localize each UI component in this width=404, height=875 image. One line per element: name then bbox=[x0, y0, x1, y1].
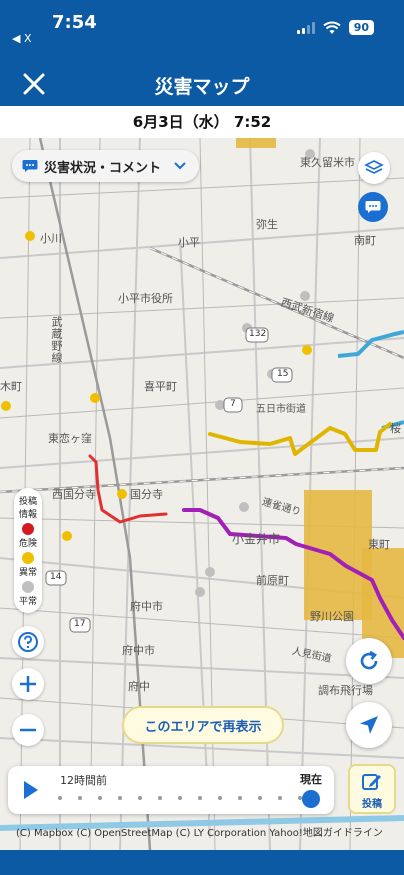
map-label-sakura: 桜 bbox=[390, 422, 401, 435]
route-label-132: 132 bbox=[249, 329, 267, 339]
route-label-7: 7 bbox=[230, 399, 236, 409]
play-icon[interactable] bbox=[22, 780, 40, 800]
map-label-koganei: 小金井市 bbox=[232, 532, 281, 546]
layer-select-label: 災害状況・コメント bbox=[44, 160, 162, 176]
timeline-start-label: 12時間前 bbox=[60, 774, 107, 787]
post-info-legend: 投稿 情報 危険 異常 平常 bbox=[14, 488, 42, 613]
chevron-down-icon bbox=[174, 162, 186, 170]
wifi-icon bbox=[323, 21, 341, 34]
help-button[interactable] bbox=[12, 626, 44, 658]
status-bar: 7:54 ◀ X 90 bbox=[0, 0, 404, 62]
page-title: 災害マップ bbox=[154, 76, 250, 98]
legend-title-line2: 情報 bbox=[18, 510, 37, 520]
help-icon bbox=[18, 632, 38, 652]
comment-button[interactable] bbox=[358, 192, 388, 222]
bottom-bar bbox=[0, 850, 404, 875]
legend-title-line1: 投稿 bbox=[18, 497, 37, 507]
map-label-nogawa-park: 野川公園 bbox=[310, 610, 354, 623]
map-label-kodaira-city-hall: 小平市役所 bbox=[118, 292, 173, 305]
refresh-button[interactable] bbox=[346, 638, 392, 684]
timeline-slider[interactable]: 12時間前 現在 bbox=[8, 766, 334, 814]
map-label-chofu-airport: 調布飛行場 bbox=[318, 684, 373, 697]
zoom-in-button[interactable] bbox=[12, 668, 44, 700]
zoom-out-button[interactable] bbox=[12, 714, 44, 746]
map-label-kodaira: 小平 bbox=[178, 236, 200, 249]
layer-select-dropdown[interactable]: 災害状況・コメント bbox=[12, 150, 200, 182]
map-label-gokamachi-street: 五日市街道 bbox=[256, 404, 306, 415]
map-label-nishi-kokubunji: 西国分寺 bbox=[52, 488, 96, 501]
timeline-end-label: 現在 bbox=[300, 773, 322, 786]
map-label-fuchu-city: 府中市 bbox=[130, 600, 163, 613]
layers-button[interactable] bbox=[358, 152, 390, 184]
timeline-knob[interactable] bbox=[302, 790, 320, 808]
status-time: 7:54 bbox=[52, 12, 97, 33]
disaster-map[interactable]: 東久留米市 小川 小平 弥生 南町 小平市役所 西武新宿線 武蔵野線 喜平町 五… bbox=[0, 138, 404, 850]
map-label-yayoi: 弥生 bbox=[256, 218, 278, 231]
map-label-higashikurume: 東久留米市 bbox=[300, 156, 355, 169]
map-label-ogawa: 小川 bbox=[40, 232, 62, 245]
map-label-higashimachi: 東町 bbox=[368, 538, 390, 551]
map-label-fuchu-ward-office: 府中市 bbox=[122, 644, 155, 657]
locate-button[interactable] bbox=[346, 702, 392, 748]
legend-normal-dot bbox=[22, 581, 34, 593]
layers-icon bbox=[364, 160, 384, 174]
map-label-higashi-koigakubo: 東恋ヶ窪 bbox=[48, 432, 92, 445]
map-label-musashino-line: 武蔵野線 bbox=[50, 316, 63, 364]
timeline-track[interactable] bbox=[58, 796, 310, 800]
plus-icon bbox=[20, 676, 36, 692]
post-button[interactable]: 投稿 bbox=[348, 764, 396, 814]
legend-danger-label: 危険 bbox=[18, 539, 37, 549]
route-label-17: 17 bbox=[74, 619, 86, 629]
legend-normal-label: 平常 bbox=[18, 597, 37, 607]
edit-icon bbox=[362, 774, 381, 790]
post-button-label: 投稿 bbox=[362, 799, 382, 810]
map-attribution: (C) Mapbox (C) OpenStreetMap (C) LY Corp… bbox=[16, 828, 383, 839]
map-label-kihei: 喜平町 bbox=[144, 380, 177, 393]
map-label-fuchu: 府中 bbox=[128, 680, 150, 693]
back-to-app-link[interactable]: ◀ X bbox=[12, 32, 32, 45]
nav-bar: 災害マップ bbox=[0, 62, 404, 106]
date-time-bar: 6月3日（水） 7:52 bbox=[0, 106, 404, 138]
map-label-kokubunji: 国分寺 bbox=[130, 488, 163, 501]
comment-icon bbox=[365, 201, 381, 213]
refresh-icon bbox=[360, 650, 378, 670]
legend-danger-dot bbox=[22, 523, 34, 535]
route-label-15: 15 bbox=[277, 369, 289, 379]
legend-warning-dot bbox=[22, 552, 34, 564]
minus-icon bbox=[20, 728, 36, 732]
route-label-14: 14 bbox=[50, 572, 62, 582]
redisplay-area-button[interactable]: このエリアで再表示 bbox=[122, 706, 284, 744]
map-label-maehara: 前原町 bbox=[256, 574, 289, 587]
locate-icon bbox=[360, 716, 378, 734]
status-indicators: 90 bbox=[296, 20, 374, 35]
chat-icon bbox=[22, 160, 38, 172]
map-label-ki: 木町 bbox=[0, 380, 22, 393]
battery-indicator: 90 bbox=[348, 20, 374, 35]
cellular-signal-icon bbox=[296, 21, 315, 34]
legend-warning-label: 異常 bbox=[18, 568, 37, 578]
map-label-minamicho: 南町 bbox=[354, 234, 376, 247]
